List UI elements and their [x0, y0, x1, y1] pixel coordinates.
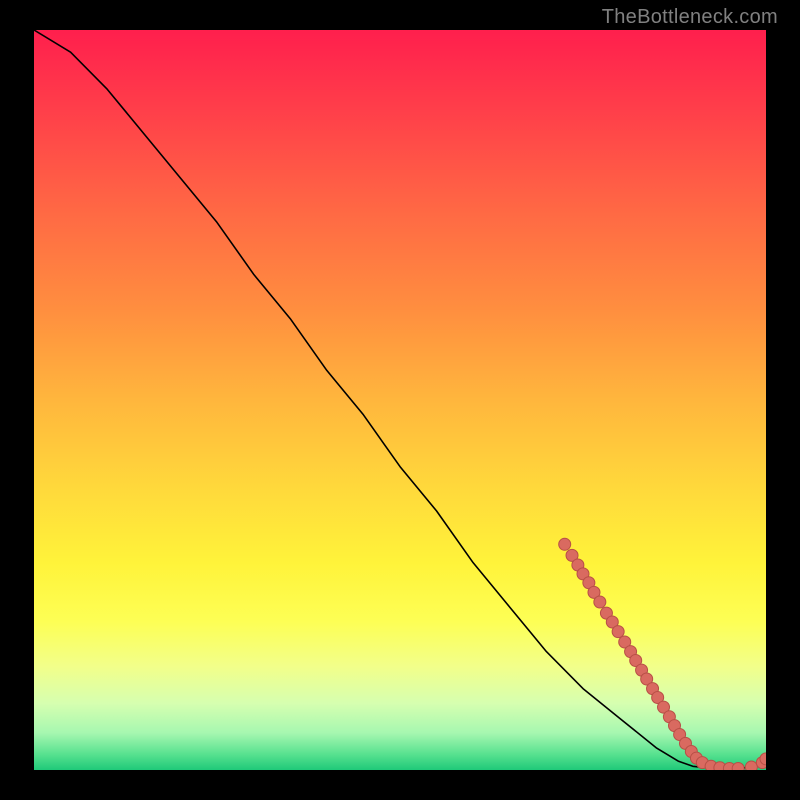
highlight-point [594, 596, 606, 608]
highlight-point [612, 626, 624, 638]
curve-overlay-svg [34, 30, 766, 770]
highlight-point [732, 763, 744, 770]
bottleneck-curve-line [34, 30, 766, 769]
chart-frame [34, 30, 766, 770]
plot-area [34, 30, 766, 770]
attribution-label: TheBottleneck.com [602, 6, 778, 29]
highlight-point [745, 761, 757, 770]
highlight-points-group [559, 538, 766, 770]
highlight-point [559, 538, 571, 550]
